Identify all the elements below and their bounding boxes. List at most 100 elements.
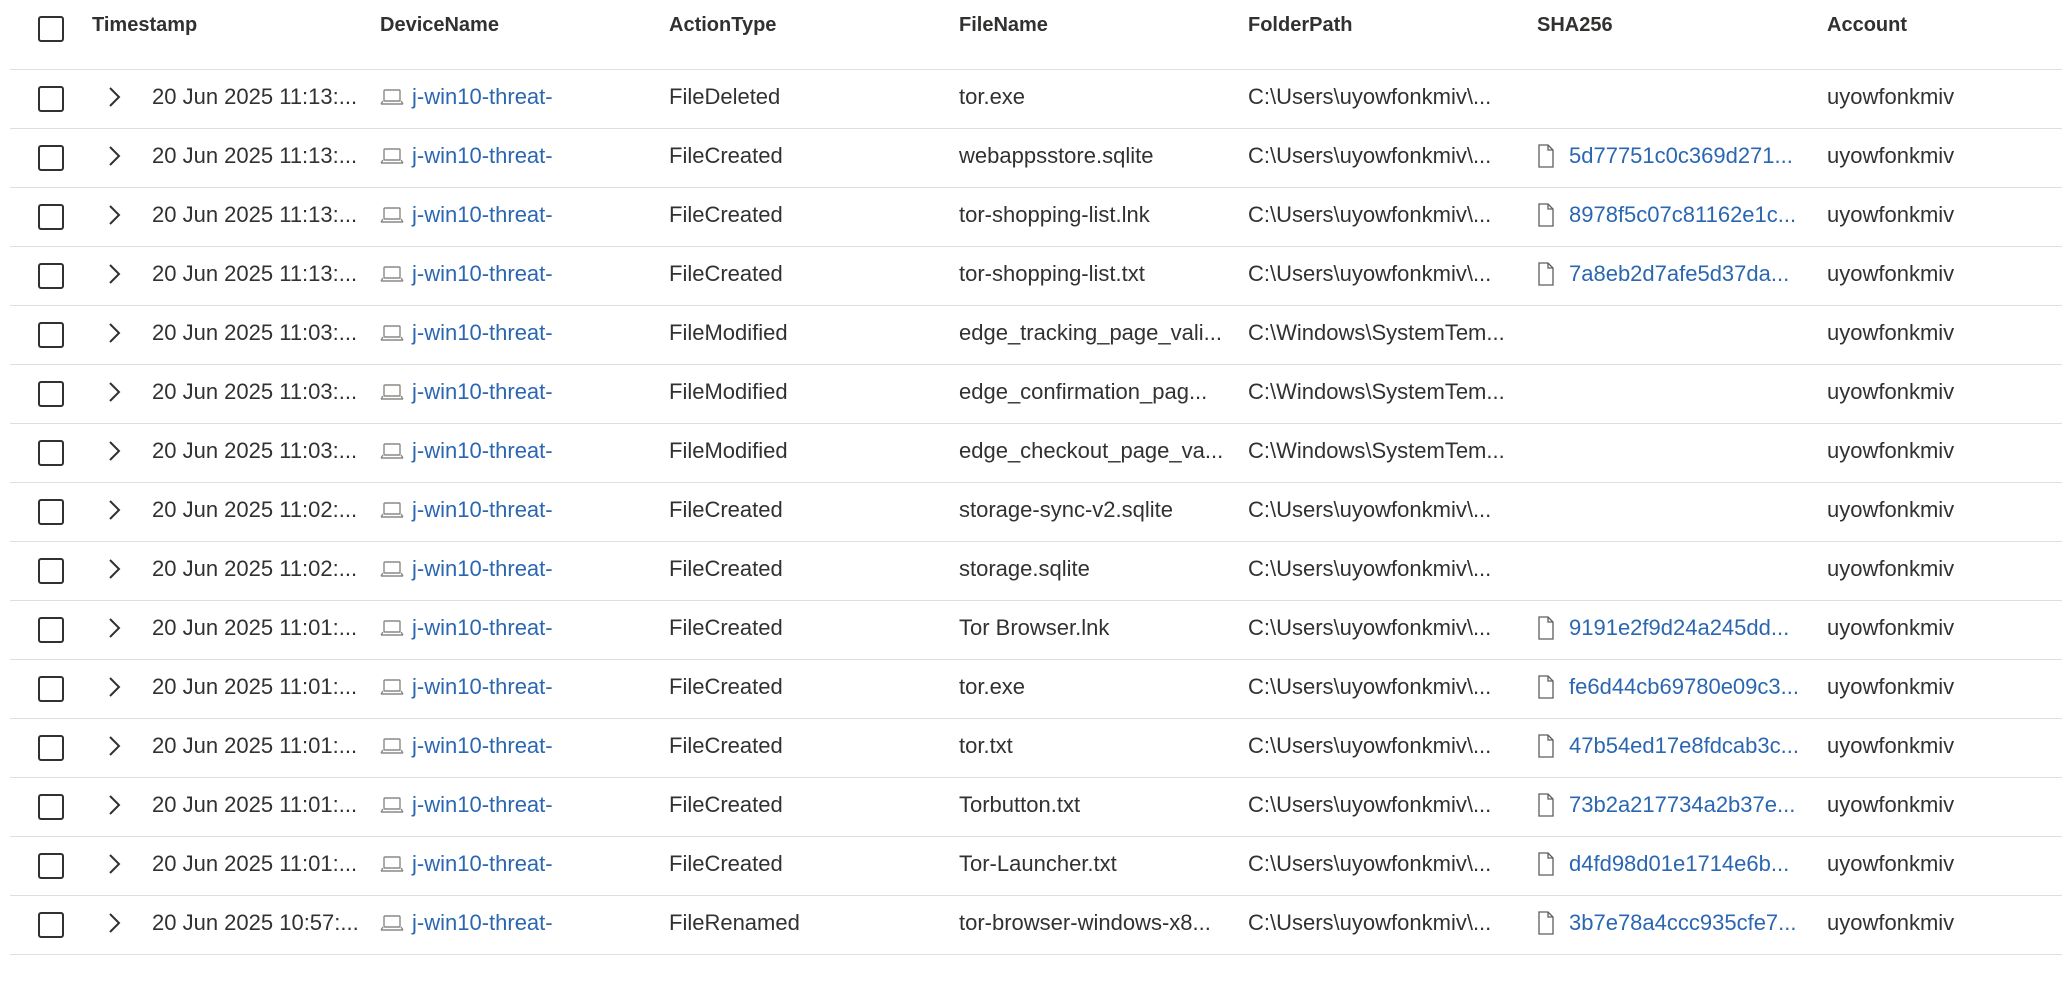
table-row[interactable]: 20 Jun 2025 11:13:... j-win10-threat- File… (10, 129, 2062, 188)
cell-account: uyowfonkmiv (1827, 851, 1955, 876)
row-checkbox[interactable] (38, 322, 64, 348)
column-header-filename[interactable]: FileName (959, 14, 1048, 37)
row-checkbox[interactable] (38, 617, 64, 643)
device-link[interactable]: j-win10-threat- (412, 556, 553, 582)
device-link[interactable]: j-win10-threat- (412, 851, 553, 877)
expand-row-button[interactable] (104, 318, 126, 348)
results-table: Timestamp DeviceName ActionType FileName… (10, 0, 2062, 955)
expand-row-button[interactable] (104, 259, 126, 289)
row-checkbox[interactable] (38, 794, 64, 820)
cell-actiontype: FileCreated (669, 143, 783, 168)
device-link[interactable]: j-win10-threat- (412, 792, 553, 818)
table-row[interactable]: 20 Jun 2025 11:02:... j-win10-threat- File… (10, 542, 2062, 601)
table-row[interactable]: 20 Jun 2025 11:02:... j-win10-threat- File… (10, 483, 2062, 542)
column-header-account[interactable]: Account (1827, 14, 1907, 37)
column-header-folderpath[interactable]: FolderPath (1248, 14, 1352, 37)
table-row[interactable]: 20 Jun 2025 11:01:... j-win10-threat- File… (10, 660, 2062, 719)
sha256-link[interactable]: 73b2a217734a2b37e... (1569, 792, 1795, 818)
laptop-icon (380, 325, 404, 341)
cell-folderpath: C:\Users\uyowfonkmiv\... (1248, 202, 1492, 227)
cell-devicename: j-win10-threat- (380, 438, 590, 464)
row-checkbox[interactable] (38, 676, 64, 702)
table-row[interactable]: 20 Jun 2025 11:03:... j-win10-threat- File… (10, 424, 2062, 483)
row-checkbox[interactable] (38, 263, 64, 289)
device-link[interactable]: j-win10-threat- (412, 438, 553, 464)
cell-folderpath: C:\Users\uyowfonkmiv\... (1248, 674, 1492, 699)
expand-row-button[interactable] (104, 731, 126, 761)
row-checkbox[interactable] (38, 204, 64, 230)
expand-row-button[interactable] (104, 554, 126, 584)
cell-sha256: 9191e2f9d24a245dd... (1537, 615, 1817, 641)
device-link[interactable]: j-win10-threat- (412, 202, 553, 228)
column-header-sha256[interactable]: SHA256 (1537, 14, 1613, 37)
cell-filename: tor.exe (959, 674, 1026, 699)
cell-actiontype: FileCreated (669, 261, 783, 286)
row-checkbox[interactable] (38, 381, 64, 407)
cell-sha256: 73b2a217734a2b37e... (1537, 792, 1817, 818)
device-link[interactable]: j-win10-threat- (412, 261, 553, 287)
expand-row-button[interactable] (104, 200, 126, 230)
table-row[interactable]: 20 Jun 2025 11:01:... j-win10-threat- File… (10, 601, 2062, 660)
chevron-right-icon (109, 87, 121, 107)
device-link[interactable]: j-win10-threat- (412, 320, 553, 346)
expand-row-button[interactable] (104, 613, 126, 643)
sha256-link[interactable]: 3b7e78a4ccc935cfe7... (1569, 910, 1797, 936)
expand-row-button[interactable] (104, 377, 126, 407)
expand-row-button[interactable] (104, 495, 126, 525)
sha256-link[interactable]: 7a8eb2d7afe5d37da... (1569, 261, 1789, 287)
row-checkbox[interactable] (38, 499, 64, 525)
device-link[interactable]: j-win10-threat- (412, 615, 553, 641)
row-checkbox[interactable] (38, 440, 64, 466)
table-row[interactable]: 20 Jun 2025 11:13:... j-win10-threat- File… (10, 188, 2062, 247)
device-link[interactable]: j-win10-threat- (412, 84, 553, 110)
table-row[interactable]: 20 Jun 2025 11:03:... j-win10-threat- File… (10, 306, 2062, 365)
cell-filename: tor.exe (959, 84, 1026, 109)
laptop-icon (380, 207, 404, 223)
row-checkbox[interactable] (38, 145, 64, 171)
sha256-link[interactable]: 47b54ed17e8fdcab3c... (1569, 733, 1799, 759)
cell-timestamp: 20 Jun 2025 11:03:... (152, 438, 358, 463)
column-header-timestamp[interactable]: Timestamp (92, 14, 197, 37)
device-link[interactable]: j-win10-threat- (412, 674, 553, 700)
sha256-link[interactable]: fe6d44cb69780e09c3... (1569, 674, 1799, 700)
sha256-link[interactable]: 5d77751c0c369d271... (1569, 143, 1793, 169)
table-row[interactable]: 20 Jun 2025 10:57:... j-win10-threat- File… (10, 896, 2062, 955)
chevron-right-icon (109, 559, 121, 579)
table-row[interactable]: 20 Jun 2025 11:13:... j-win10-threat- File… (10, 247, 2062, 306)
row-checkbox[interactable] (38, 853, 64, 879)
table-row[interactable]: 20 Jun 2025 11:13:... j-win10-threat- File… (10, 70, 2062, 129)
row-checkbox[interactable] (38, 912, 64, 938)
expand-row-button[interactable] (104, 672, 126, 702)
cell-account: uyowfonkmiv (1827, 556, 1955, 581)
row-checkbox[interactable] (38, 735, 64, 761)
expand-row-button[interactable] (104, 82, 126, 112)
expand-row-button[interactable] (104, 436, 126, 466)
column-header-actiontype[interactable]: ActionType (669, 14, 776, 37)
sha256-link[interactable]: d4fd98d01e1714e6b... (1569, 851, 1789, 877)
cell-folderpath: C:\Windows\SystemTem... (1248, 320, 1505, 345)
table-row[interactable]: 20 Jun 2025 11:01:... j-win10-threat- File… (10, 778, 2062, 837)
cell-timestamp: 20 Jun 2025 11:02:... (152, 556, 358, 581)
expand-row-button[interactable] (104, 908, 126, 938)
cell-account: uyowfonkmiv (1827, 202, 1955, 227)
chevron-right-icon (109, 795, 121, 815)
device-link[interactable]: j-win10-threat- (412, 733, 553, 759)
device-link[interactable]: j-win10-threat- (412, 143, 553, 169)
expand-row-button[interactable] (104, 141, 126, 171)
table-row[interactable]: 20 Jun 2025 11:01:... j-win10-threat- File… (10, 719, 2062, 778)
table-row[interactable]: 20 Jun 2025 11:01:... j-win10-threat- File… (10, 837, 2062, 896)
sha256-link[interactable]: 8978f5c07c81162e1c... (1569, 202, 1796, 228)
device-link[interactable]: j-win10-threat- (412, 379, 553, 405)
row-checkbox[interactable] (38, 86, 64, 112)
expand-row-button[interactable] (104, 790, 126, 820)
device-link[interactable]: j-win10-threat- (412, 497, 553, 523)
cell-filename: edge_confirmation_pag... (959, 379, 1208, 404)
expand-row-button[interactable] (104, 849, 126, 879)
table-row[interactable]: 20 Jun 2025 11:03:... j-win10-threat- File… (10, 365, 2062, 424)
cell-filename: edge_checkout_page_va... (959, 438, 1224, 463)
device-link[interactable]: j-win10-threat- (412, 910, 553, 936)
select-all-checkbox[interactable] (38, 16, 64, 42)
column-header-devicename[interactable]: DeviceName (380, 14, 499, 37)
row-checkbox[interactable] (38, 558, 64, 584)
sha256-link[interactable]: 9191e2f9d24a245dd... (1569, 615, 1789, 641)
